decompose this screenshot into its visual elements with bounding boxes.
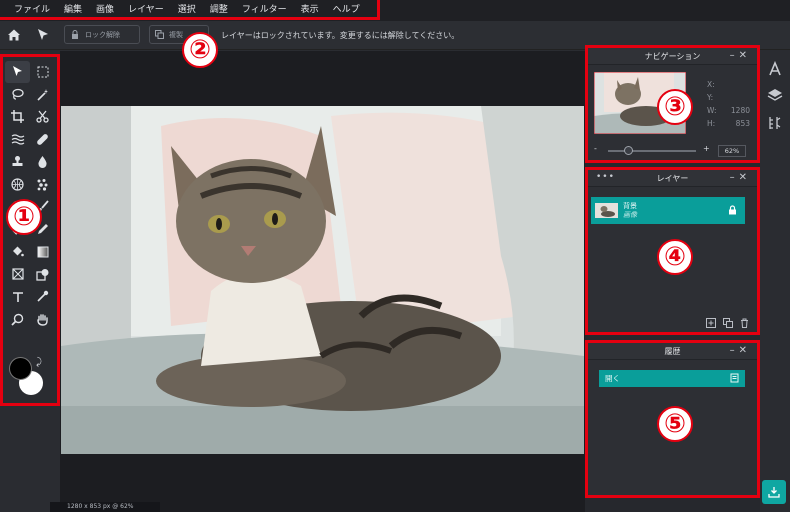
zoom-input[interactable]: 62% bbox=[718, 145, 746, 157]
photo-editor-app: ファイル 編集 画像 レイヤー 選択 調整 フィルター 表示 ヘルプ ロック解除… bbox=[0, 0, 790, 512]
menu-layer[interactable]: レイヤー bbox=[128, 2, 164, 15]
x-label: X: bbox=[707, 80, 715, 89]
layer-thumbnail bbox=[595, 203, 618, 218]
liquify-icon[interactable] bbox=[5, 129, 30, 151]
callout-marker-2: ② bbox=[182, 32, 218, 68]
height-value: 853 bbox=[735, 119, 750, 128]
zoom-slider[interactable] bbox=[608, 150, 696, 152]
layers-icon[interactable] bbox=[767, 87, 783, 103]
menu-filter[interactable]: フィルター bbox=[242, 2, 287, 15]
duplicate-icon bbox=[155, 30, 164, 39]
tool-grid bbox=[5, 61, 55, 330]
layer-row[interactable]: 背景 画像 bbox=[591, 197, 745, 224]
move-tool-icon[interactable] bbox=[36, 27, 50, 43]
menu-bar: ファイル 編集 画像 レイヤー 選択 調整 フィルター 表示 ヘルプ bbox=[0, 0, 790, 21]
history-item-label: 開く bbox=[605, 374, 620, 383]
foreground-color-swatch[interactable] bbox=[9, 357, 32, 380]
layers-header: ••• レイヤー –✕ bbox=[588, 170, 757, 187]
y-label: Y: bbox=[707, 93, 714, 102]
crop-icon[interactable] bbox=[5, 106, 30, 128]
callout-marker-3: ③ bbox=[657, 89, 693, 125]
history-item[interactable]: 開く bbox=[599, 370, 745, 387]
eyedropper-icon[interactable] bbox=[30, 286, 55, 308]
marquee-icon[interactable] bbox=[30, 61, 55, 83]
navigator-title: ナビゲーション bbox=[644, 51, 701, 61]
bucket-icon[interactable] bbox=[5, 241, 30, 263]
h-label: H: bbox=[707, 119, 716, 128]
callout-marker-1: ① bbox=[6, 199, 42, 235]
menu-help[interactable]: ヘルプ bbox=[333, 2, 360, 15]
lock-message: レイヤーはロックされています。変更するには解除してください。 bbox=[221, 31, 460, 40]
hand-icon[interactable] bbox=[30, 309, 55, 331]
history-header: 履歴 –✕ bbox=[588, 343, 757, 360]
layer-actions bbox=[706, 318, 749, 328]
zoom-slider-handle[interactable] bbox=[624, 146, 633, 155]
menu-adjust[interactable]: 調整 bbox=[210, 2, 228, 15]
layer-labels: 背景 画像 bbox=[623, 202, 637, 220]
zoom-icon[interactable] bbox=[5, 309, 30, 331]
export-button[interactable] bbox=[762, 480, 786, 504]
layer-name: 背景 bbox=[623, 201, 637, 210]
canvas-image[interactable] bbox=[61, 106, 584, 454]
callout-marker-4: ④ bbox=[657, 239, 693, 275]
blur-drop-icon[interactable] bbox=[30, 151, 55, 173]
unlock-label: ロック解除 bbox=[85, 30, 120, 39]
history-title: 履歴 bbox=[664, 346, 681, 356]
width-value: 1280 bbox=[730, 106, 750, 115]
status-bar: 1280 x 853 px @ 62% bbox=[50, 502, 160, 512]
healing-icon[interactable] bbox=[30, 129, 55, 151]
shape-icon[interactable] bbox=[30, 264, 55, 286]
swap-colors-icon[interactable]: ⤸ bbox=[36, 357, 42, 368]
trash-icon[interactable] bbox=[740, 318, 749, 328]
navigator-values: 1280 853 bbox=[725, 104, 750, 130]
menu-highlight: ファイル 編集 画像 レイヤー 選択 調整 フィルター 表示 ヘルプ bbox=[0, 0, 380, 20]
layers-title: レイヤー bbox=[656, 173, 689, 183]
lock-icon[interactable] bbox=[728, 205, 737, 215]
dodge-icon[interactable] bbox=[30, 174, 55, 196]
duplicate-layer-icon[interactable] bbox=[723, 318, 733, 328]
panel-controls[interactable]: –✕ bbox=[730, 172, 751, 183]
pointer-icon[interactable] bbox=[5, 61, 30, 83]
w-label: W: bbox=[707, 106, 717, 115]
gradient-icon[interactable] bbox=[30, 241, 55, 263]
text-icon[interactable] bbox=[5, 286, 30, 308]
panel-controls[interactable]: –✕ bbox=[730, 50, 751, 61]
document-icon bbox=[730, 373, 739, 383]
layer-type: 画像 bbox=[623, 210, 637, 219]
lasso-icon[interactable] bbox=[5, 84, 30, 106]
add-layer-icon[interactable] bbox=[706, 318, 716, 328]
magic-wand-icon[interactable] bbox=[30, 84, 55, 106]
navigator-header: ナビゲーション –✕ bbox=[588, 48, 757, 65]
menu-view[interactable]: 表示 bbox=[301, 2, 319, 15]
stamp-icon[interactable] bbox=[5, 151, 30, 173]
home-icon[interactable] bbox=[6, 27, 22, 43]
menu-image[interactable]: 画像 bbox=[96, 2, 114, 15]
panel-menu-icon[interactable]: ••• bbox=[596, 172, 615, 182]
download-icon bbox=[768, 487, 780, 498]
cut-icon[interactable] bbox=[30, 106, 55, 128]
callout-marker-5: ⑤ bbox=[657, 406, 693, 442]
zoom-out-button[interactable]: - bbox=[594, 144, 597, 153]
duplicate-label: 複製 bbox=[169, 30, 183, 39]
menu-select[interactable]: 選択 bbox=[178, 2, 196, 15]
zoom-in-button[interactable]: + bbox=[703, 144, 710, 153]
sponge-icon[interactable] bbox=[5, 174, 30, 196]
menu-edit[interactable]: 編集 bbox=[64, 2, 82, 15]
character-icon[interactable] bbox=[767, 61, 783, 77]
panel-controls[interactable]: –✕ bbox=[730, 345, 751, 356]
menu-file[interactable]: ファイル bbox=[14, 2, 50, 15]
zoom-controls: - + 62% bbox=[594, 144, 754, 157]
lock-icon bbox=[72, 30, 78, 39]
navigator-info: X: Y: W: H: bbox=[707, 78, 717, 130]
frame-icon[interactable] bbox=[5, 264, 30, 286]
adjustments-icon[interactable] bbox=[767, 115, 783, 131]
unlock-button[interactable]: ロック解除 bbox=[64, 25, 140, 44]
panel-icon-strip bbox=[760, 51, 790, 512]
